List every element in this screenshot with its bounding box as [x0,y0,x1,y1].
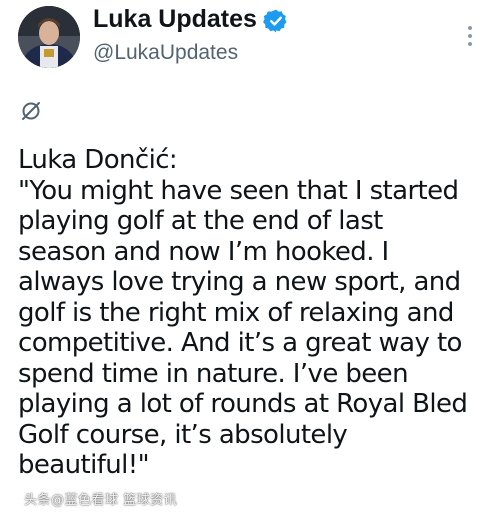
more-options-icon[interactable] [458,20,482,52]
watermark: 头条@蓝色看球 篮球资讯 [24,493,178,508]
empty-set-icon [22,102,40,120]
avatar[interactable] [18,6,80,68]
tweet-line: season and now I’m hooked. I [18,236,389,267]
tweet-line: always love trying a new sport, and [18,267,461,297]
tweet-line: golf is the right mix of relaxing and [18,297,454,328]
more-dot [468,42,472,46]
more-dot [468,34,472,38]
tweet-line: playing a lot of rounds at Royal Bled [18,389,468,419]
tweet-line: competitive. And it’s a great way to [18,328,462,358]
handle[interactable]: @LukaUpdates [93,40,238,66]
tweet-line: playing golf at the end of last [18,206,383,236]
tweet-line: Luka Dončić: [18,145,178,175]
more-dot [468,26,472,30]
tweet-header: Luka Updates @LukaUpdates [0,0,500,90]
display-name[interactable]: Luka Updates [93,4,257,34]
tweet-text: Luka Dončić: "You might have seen that I… [18,145,496,481]
verified-badge-icon [263,9,287,33]
tweet-line: "You might have seen that I started [18,175,459,206]
tweet-line: spend time in nature. I’ve been [18,358,409,389]
avatar-image [18,6,80,68]
tweet-line: beautiful!" [18,450,150,480]
tweet-line: Golf course, it’s absolutely [18,419,348,450]
